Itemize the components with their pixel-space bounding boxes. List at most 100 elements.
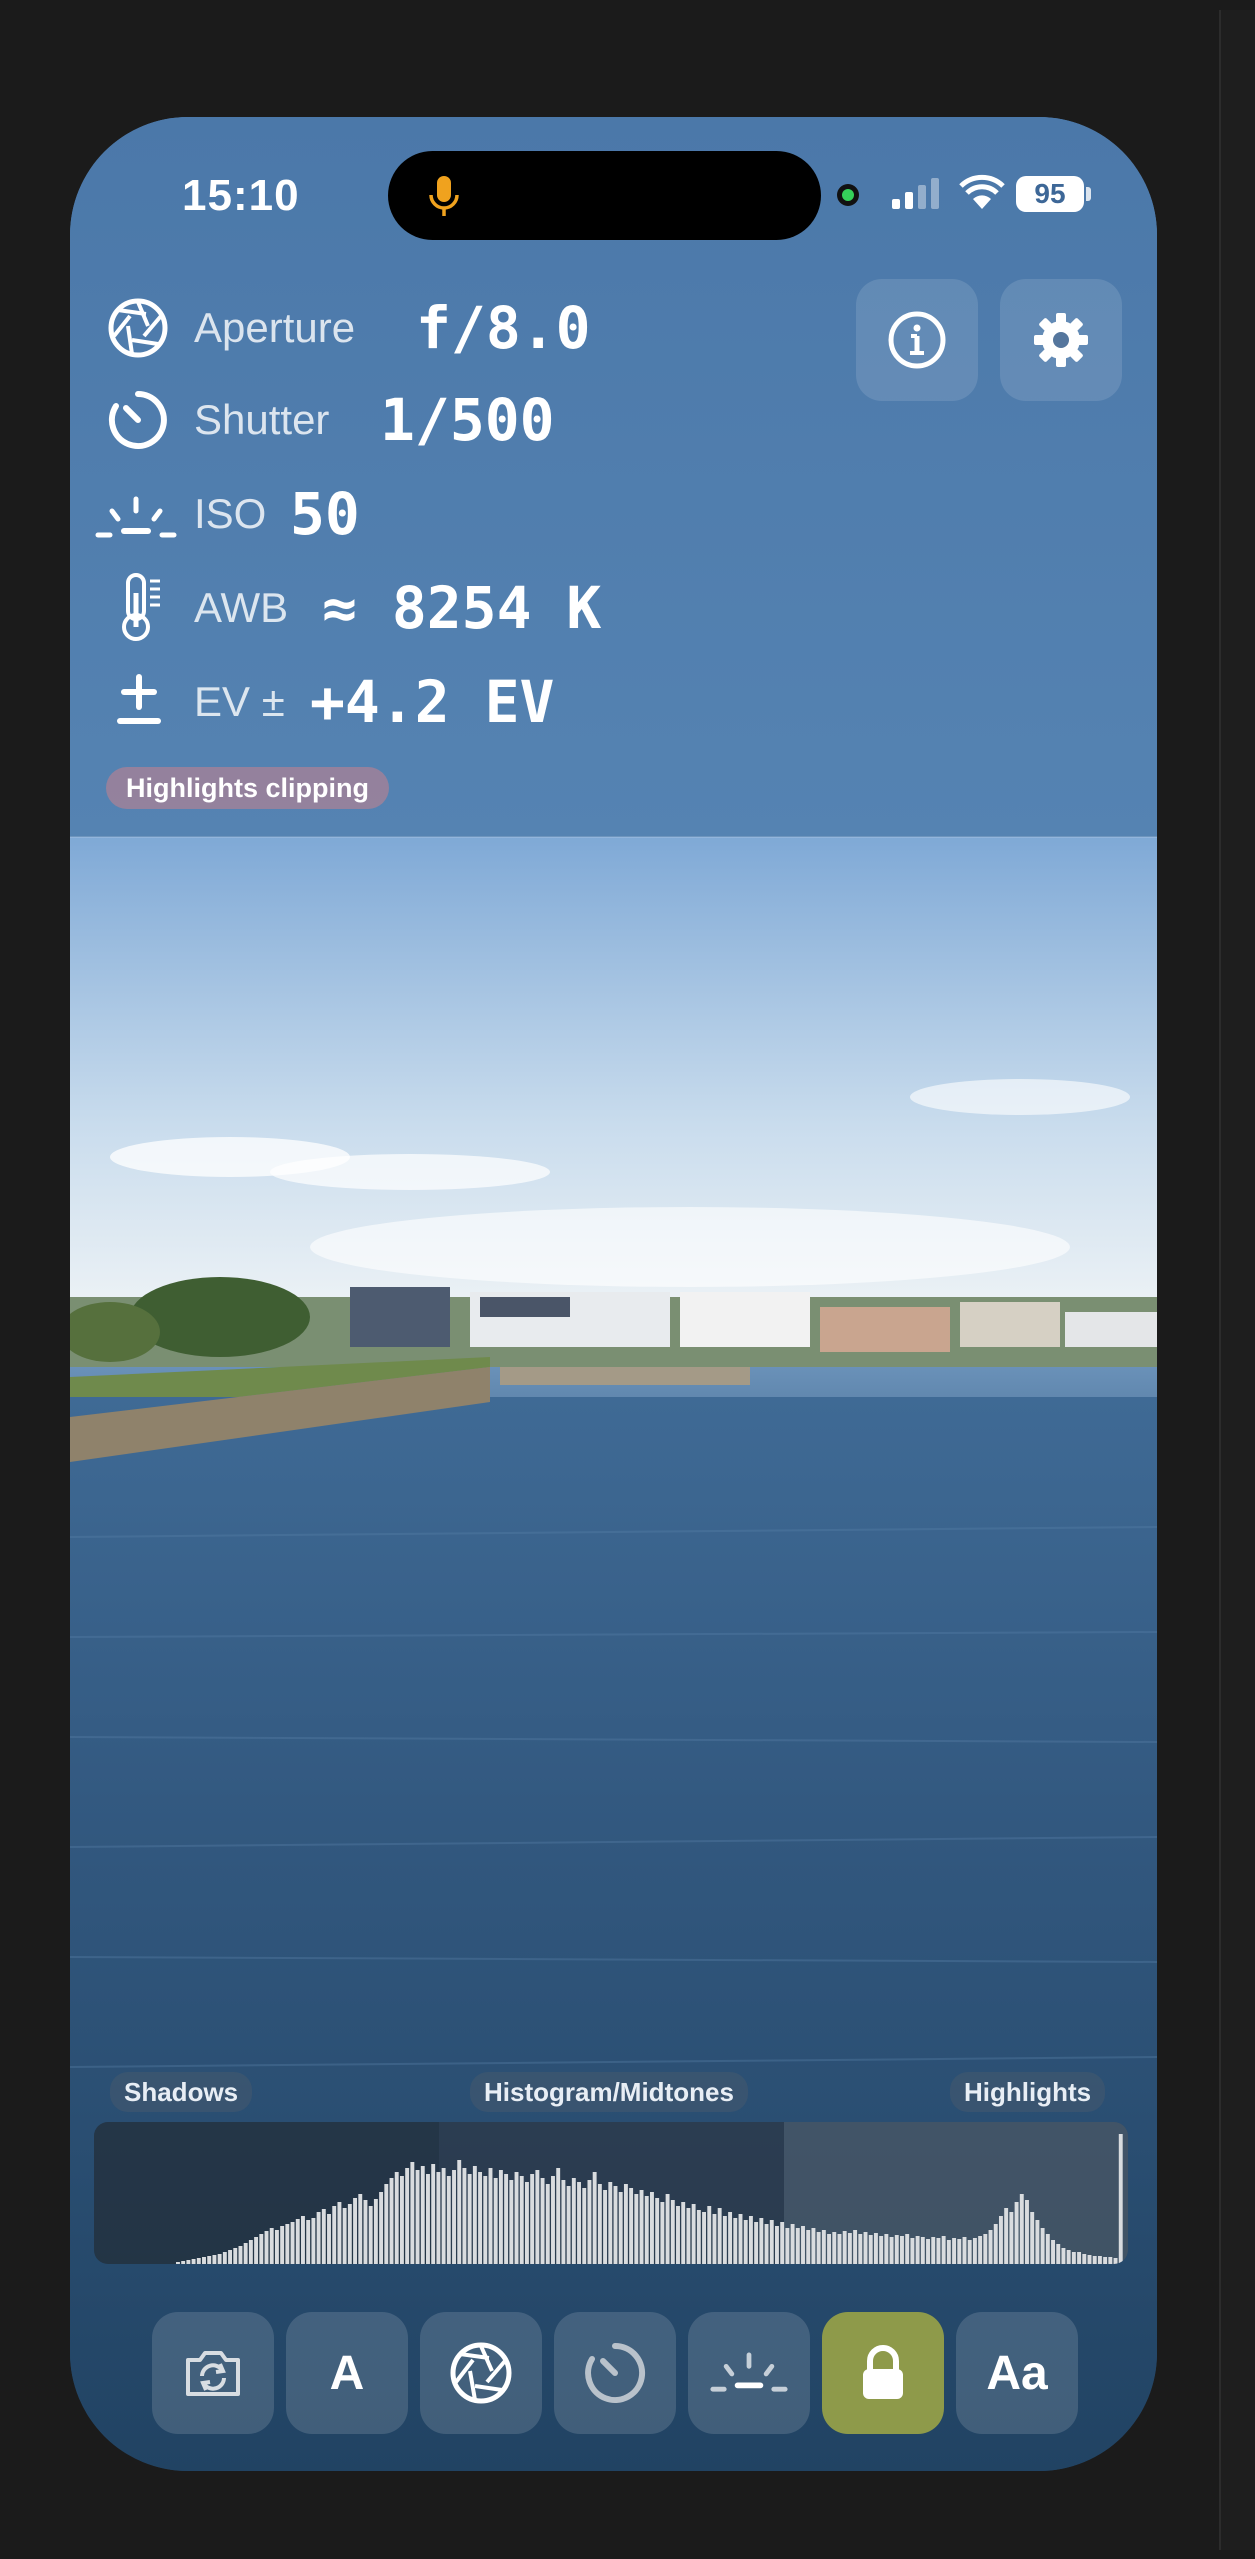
histogram-bar xyxy=(910,2238,915,2264)
iso-mode-icon xyxy=(710,2352,788,2392)
histogram-bar xyxy=(811,2228,816,2264)
histogram-bar xyxy=(1077,2252,1082,2264)
histogram-bar xyxy=(1108,2257,1113,2264)
settings-button[interactable] xyxy=(1000,279,1122,401)
histogram-bar xyxy=(337,2202,342,2264)
histogram-bar xyxy=(410,2162,415,2264)
histogram-bar xyxy=(926,2239,930,2264)
histogram-bar xyxy=(186,2260,191,2264)
ev-value[interactable]: +4.2 EV xyxy=(310,668,554,736)
histogram-bar xyxy=(540,2178,545,2264)
histogram-bar xyxy=(618,2192,623,2264)
histogram-bar xyxy=(1087,2255,1092,2264)
histogram-bar xyxy=(842,2231,847,2264)
histogram-bar xyxy=(993,2224,998,2264)
histogram-bar xyxy=(681,2202,686,2264)
histogram-bar xyxy=(873,2233,878,2264)
lock-button[interactable] xyxy=(822,2312,944,2434)
info-icon xyxy=(888,311,946,369)
iso-mode-button[interactable] xyxy=(688,2312,810,2434)
histogram-bar xyxy=(561,2180,566,2264)
awb-label: AWB xyxy=(194,584,289,631)
histogram-bar xyxy=(436,2172,441,2264)
histogram-bar xyxy=(634,2194,639,2264)
histogram-bar xyxy=(462,2168,467,2264)
histogram-bar xyxy=(936,2238,941,2264)
histogram-bar xyxy=(592,2172,597,2264)
histogram-bar xyxy=(280,2226,285,2264)
aperture-icon xyxy=(108,298,168,358)
histogram-bar xyxy=(988,2230,993,2264)
side-strip xyxy=(1219,10,1255,2550)
histogram-bar xyxy=(754,2222,759,2264)
histogram-bar xyxy=(686,2208,691,2264)
dynamic-island xyxy=(388,151,821,240)
histogram-bar xyxy=(717,2208,722,2264)
histogram-bar xyxy=(780,2222,785,2264)
histogram-bar xyxy=(905,2234,910,2264)
histogram-bar xyxy=(863,2232,868,2264)
histogram-bar xyxy=(972,2238,977,2264)
histogram-bar xyxy=(363,2200,368,2264)
histogram-bar xyxy=(660,2202,665,2264)
histogram-bar xyxy=(655,2198,660,2264)
histogram-bar xyxy=(405,2168,410,2264)
histogram-bar xyxy=(1097,2256,1102,2264)
histogram-bar xyxy=(676,2206,680,2264)
histogram-bar xyxy=(181,2261,186,2264)
histogram-bar xyxy=(608,2182,613,2264)
phone-screen: 15:10 95 Aperture f/8.0 Shutter 1/500 IS… xyxy=(70,117,1157,2471)
histogram-bar xyxy=(384,2184,389,2264)
shutter-value[interactable]: 1/500 xyxy=(380,386,555,454)
histogram-bar xyxy=(478,2172,483,2264)
font-size-button[interactable]: Aa xyxy=(956,2312,1078,2434)
white-balance-value[interactable]: ≈ 8254 K xyxy=(322,574,601,642)
histogram-bar xyxy=(368,2206,373,2264)
histogram-bar xyxy=(790,2224,795,2264)
info-button[interactable] xyxy=(856,279,978,401)
histogram xyxy=(94,2122,1128,2264)
iso-value[interactable]: 50 xyxy=(290,480,360,548)
aperture-value[interactable]: f/8.0 xyxy=(416,294,591,362)
histogram-bar xyxy=(582,2188,587,2264)
histogram-bar xyxy=(1025,2200,1029,2264)
histogram-bar xyxy=(946,2240,951,2264)
histogram-bar xyxy=(311,2218,316,2264)
histogram-bar xyxy=(806,2230,811,2264)
histogram-bar xyxy=(321,2209,326,2264)
histogram-bar xyxy=(577,2182,581,2264)
histogram-bar xyxy=(795,2228,800,2264)
thermometer-icon xyxy=(122,573,160,641)
histogram-bar xyxy=(373,2199,378,2264)
histogram-bar xyxy=(1045,2234,1050,2264)
histogram-bar xyxy=(420,2166,425,2264)
histogram-bar xyxy=(254,2237,259,2264)
histogram-bar xyxy=(399,2176,404,2264)
histogram-bars xyxy=(176,2134,1123,2264)
histogram-highlights-label: Highlights xyxy=(950,2072,1106,2112)
iso-sun-icon xyxy=(95,496,177,538)
histogram-bar xyxy=(327,2214,331,2264)
histogram-bar xyxy=(524,2182,529,2264)
histogram-bar xyxy=(738,2214,743,2264)
histogram-bar xyxy=(962,2237,967,2264)
histogram-bar xyxy=(884,2234,889,2264)
histogram-bar xyxy=(269,2228,274,2264)
histogram-bar xyxy=(233,2248,238,2264)
histogram-bar xyxy=(1071,2252,1076,2264)
histogram-bar xyxy=(551,2176,555,2264)
histogram-bar xyxy=(785,2228,790,2264)
histogram-bar xyxy=(545,2184,550,2264)
histogram-bar xyxy=(889,2237,894,2264)
flip-camera-button[interactable] xyxy=(152,2312,274,2434)
histogram-bar xyxy=(467,2174,472,2264)
histogram-bar xyxy=(733,2218,738,2264)
auto-mode-button[interactable]: A xyxy=(286,2312,408,2434)
histogram-bar xyxy=(212,2255,217,2264)
histogram-bar xyxy=(858,2234,863,2264)
histogram-bar xyxy=(832,2232,837,2264)
histogram-bar xyxy=(228,2250,232,2264)
histogram-bar xyxy=(519,2176,524,2264)
shutter-mode-button[interactable] xyxy=(554,2312,676,2434)
aperture-mode-button[interactable] xyxy=(420,2312,542,2434)
